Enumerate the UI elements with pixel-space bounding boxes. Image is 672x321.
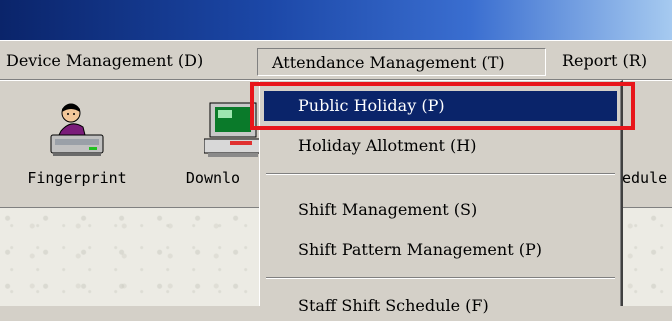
menu-item-shift-pattern-management[interactable]: Shift Pattern Management (P) bbox=[264, 235, 617, 265]
menu-attendance-management[interactable]: Attendance Management (T) bbox=[257, 48, 546, 76]
attendance-management-dropdown: Public Holiday (P) Holiday Allotment (H)… bbox=[259, 80, 623, 315]
menu-item-holiday-allotment[interactable]: Holiday Allotment (H) bbox=[264, 131, 617, 161]
fingerprint-tool-button[interactable]: Fingerprint bbox=[12, 81, 142, 209]
menu-item-shift-management[interactable]: Shift Management (S) bbox=[264, 195, 617, 225]
fingerprint-label: Fingerprint bbox=[27, 169, 127, 187]
menu-report[interactable]: Report (R) bbox=[562, 47, 647, 75]
menu-item-public-holiday[interactable]: Public Holiday (P) bbox=[264, 91, 617, 121]
window-title-bar bbox=[0, 0, 672, 40]
fingerprint-scanner-icon bbox=[47, 99, 107, 163]
download-tool-button[interactable]: Downlo bbox=[158, 81, 268, 209]
menu-bar: Device Management (D) Attendance Managem… bbox=[0, 40, 672, 80]
menu-separator bbox=[266, 173, 615, 175]
menu-device-management[interactable]: Device Management (D) bbox=[6, 47, 203, 75]
download-label: Downlo bbox=[185, 169, 241, 187]
menu-separator bbox=[266, 277, 615, 279]
menu-item-staff-shift-schedule[interactable]: Staff Shift Schedule (F) bbox=[264, 291, 617, 321]
